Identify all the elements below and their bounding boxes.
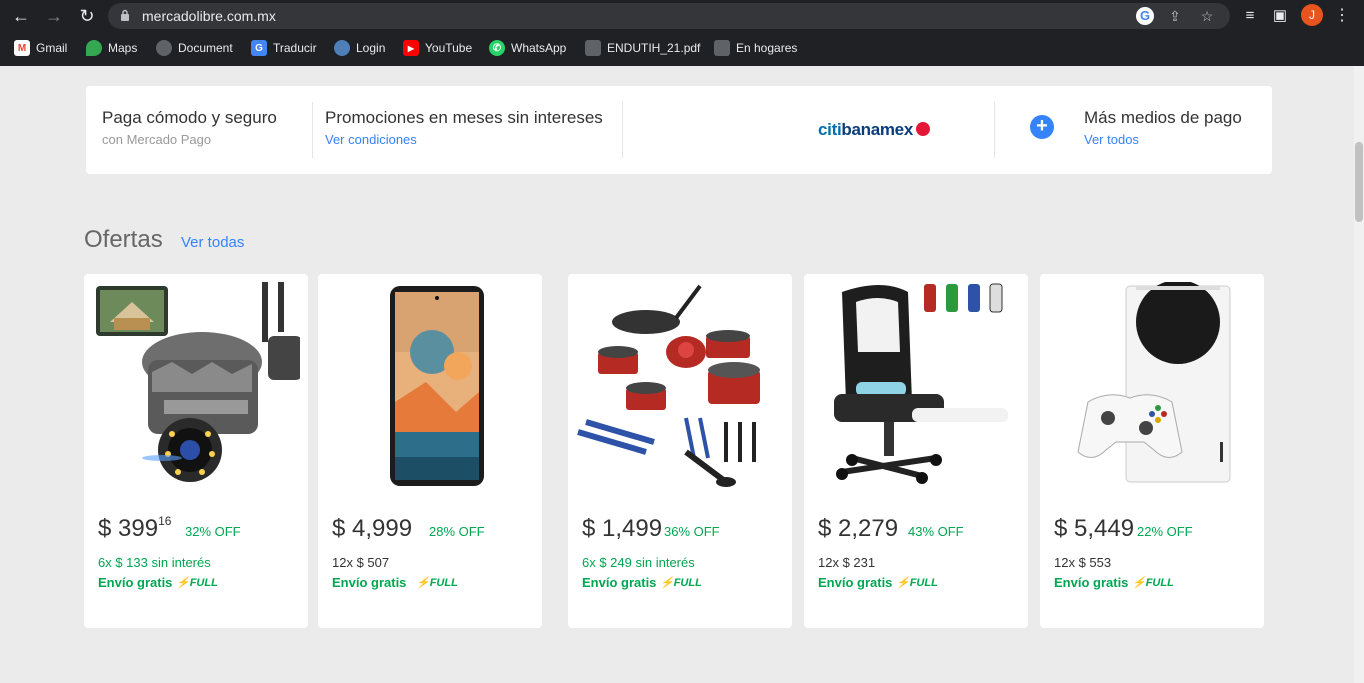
- product-price: $ 39916: [98, 514, 172, 542]
- page-content: Paga cómodo y seguro con Mercado Pago Pr…: [0, 66, 1364, 683]
- free-shipping-label: Envío gratis: [98, 575, 173, 590]
- installments-text: 12x $ 231: [818, 555, 876, 570]
- free-shipping-label: Envío gratis: [332, 575, 407, 590]
- bookmark-document[interactable]: Document: [156, 38, 233, 58]
- forward-arrow-icon[interactable]: →: [43, 5, 65, 27]
- more-menu-icon[interactable]: ⋮: [1334, 5, 1350, 27]
- url-text[interactable]: mercadolibre.com.mx: [142, 8, 276, 24]
- translate-icon: G: [251, 40, 267, 56]
- full-badge: ⚡FULL: [896, 577, 938, 589]
- secure-payment-title: Paga cómodo y seguro: [102, 108, 277, 127]
- side-panel-icon[interactable]: ▣: [1269, 5, 1291, 27]
- full-badge: ⚡FULL: [416, 577, 458, 589]
- full-badge: ⚡FULL: [176, 577, 218, 589]
- product-card[interactable]: $ 4,999 28% OFF 12x $ 507 Envío gratis ⚡…: [318, 274, 542, 628]
- youtube-icon: ▶: [403, 40, 419, 56]
- reading-list-icon[interactable]: ≡: [1239, 5, 1261, 27]
- product-card[interactable]: $ 2,279 43% OFF 12x $ 231 Envío gratis ⚡…: [804, 274, 1028, 628]
- installments-text: 12x $ 553: [1054, 555, 1112, 570]
- bookmark-gmail[interactable]: M Gmail: [14, 38, 67, 58]
- see-conditions-link[interactable]: Ver condiciones: [325, 132, 417, 147]
- bookmark-maps[interactable]: Maps: [86, 38, 137, 58]
- offers-title: Ofertas: [84, 226, 163, 253]
- installments-text: 12x $ 507: [332, 555, 390, 570]
- globe-icon: [156, 40, 172, 56]
- plus-icon[interactable]: +: [1030, 115, 1054, 139]
- discount-badge: 43% OFF: [908, 524, 964, 539]
- product-price: $ 4,999: [332, 515, 413, 542]
- lock-icon: [121, 9, 129, 21]
- product-price: $ 5,449: [1054, 515, 1135, 542]
- share-icon[interactable]: ⇪: [1166, 7, 1184, 25]
- game-console-icon: [1077, 282, 1231, 483]
- scrollbar-thumb[interactable]: [1355, 142, 1363, 222]
- full-badge: ⚡FULL: [1132, 577, 1174, 589]
- gaming-chair-icon: [834, 283, 1008, 484]
- cookware-icon: [577, 284, 760, 487]
- product-image-gaming-chair[interactable]: [812, 282, 1020, 490]
- scrollbar[interactable]: [1354, 66, 1364, 683]
- address-bar[interactable]: mercadolibre.com.mx G ⇪ ☆: [108, 3, 1230, 29]
- product-card[interactable]: $ 5,449 22% OFF 12x $ 553 Envío gratis ⚡…: [1040, 274, 1264, 628]
- gmail-icon: M: [14, 40, 30, 56]
- payment-methods-strip: Paga cómodo y seguro con Mercado Pago Pr…: [86, 86, 1272, 174]
- full-badge: ⚡FULL: [660, 577, 702, 589]
- free-shipping-label: Envío gratis: [818, 575, 893, 590]
- divider: [994, 102, 995, 158]
- citibanamex-logo[interactable]: citibanamex: [818, 120, 930, 140]
- security-camera-icon: [96, 282, 300, 482]
- browser-toolbar: ← → ↻ mercadolibre.com.mx G ⇪ ☆ ≡ ▣ J ⋮: [0, 0, 1364, 32]
- see-all-offers-link[interactable]: Ver todas: [181, 234, 244, 251]
- secure-payment-subtitle: con Mercado Pago: [102, 132, 212, 147]
- bookmark-en-hogares[interactable]: En hogares: [714, 38, 797, 58]
- whatsapp-icon: ✆: [489, 40, 505, 56]
- reload-icon[interactable]: ↻: [76, 5, 98, 27]
- product-card[interactable]: $ 39916 32% OFF 6x $ 133 sin interés Env…: [84, 274, 308, 628]
- smartphone-icon: [390, 286, 484, 486]
- profile-avatar[interactable]: J: [1301, 4, 1323, 26]
- product-price: $ 2,279: [818, 515, 899, 542]
- installments-promo-cell[interactable]: Promociones en meses sin intereses Ver c…: [316, 86, 616, 174]
- login-icon: [334, 40, 350, 56]
- discount-badge: 28% OFF: [429, 524, 485, 539]
- bookmark-youtube[interactable]: ▶ YouTube: [403, 38, 472, 58]
- product-card[interactable]: $ 1,499 36% OFF 6x $ 249 sin interés Env…: [568, 274, 792, 628]
- maps-pin-icon: [86, 40, 102, 56]
- bookmark-login[interactable]: Login: [334, 38, 385, 58]
- discount-badge: 32% OFF: [185, 524, 241, 539]
- back-arrow-icon[interactable]: ←: [10, 5, 32, 27]
- bookmark-whatsapp[interactable]: ✆ WhatsApp: [489, 38, 566, 58]
- installments-text: 6x $ 133 sin interés: [98, 555, 211, 570]
- product-image-cookware-set[interactable]: [576, 282, 784, 490]
- free-shipping-label: Envío gratis: [582, 575, 657, 590]
- discount-badge: 36% OFF: [664, 524, 720, 539]
- divider: [622, 102, 623, 158]
- banamex-flower-icon: [915, 122, 930, 136]
- google-lens-icon[interactable]: G: [1136, 7, 1154, 25]
- installments-promo-title: Promociones en meses sin intereses: [325, 108, 603, 127]
- file-icon: [585, 40, 601, 56]
- bookmark-star-icon[interactable]: ☆: [1198, 7, 1216, 25]
- bookmark-endutih-pdf[interactable]: ENDUTIH_21.pdf: [585, 38, 700, 58]
- product-price: $ 1,499: [582, 515, 663, 542]
- product-image-security-camera[interactable]: [92, 282, 300, 490]
- bookmarks-bar: M Gmail Maps Document G Traducir Login ▶…: [0, 34, 1364, 62]
- product-image-smartphone[interactable]: [326, 282, 534, 490]
- installments-text: 6x $ 249 sin interés: [582, 555, 695, 570]
- see-all-payments-link[interactable]: Ver todos: [1084, 132, 1139, 147]
- divider: [312, 102, 313, 158]
- secure-payment-cell[interactable]: Paga cómodo y seguro con Mercado Pago: [86, 86, 308, 174]
- discount-badge: 22% OFF: [1137, 524, 1193, 539]
- bookmark-traducir[interactable]: G Traducir: [251, 38, 317, 58]
- file-icon: [714, 40, 730, 56]
- price-cents: 16: [158, 514, 172, 528]
- more-payment-methods-title: Más medios de pago: [1084, 108, 1242, 127]
- browser-chrome: ← → ↻ mercadolibre.com.mx G ⇪ ☆ ≡ ▣ J ⋮ …: [0, 0, 1364, 66]
- free-shipping-label: Envío gratis: [1054, 575, 1129, 590]
- product-image-game-console[interactable]: [1048, 282, 1256, 490]
